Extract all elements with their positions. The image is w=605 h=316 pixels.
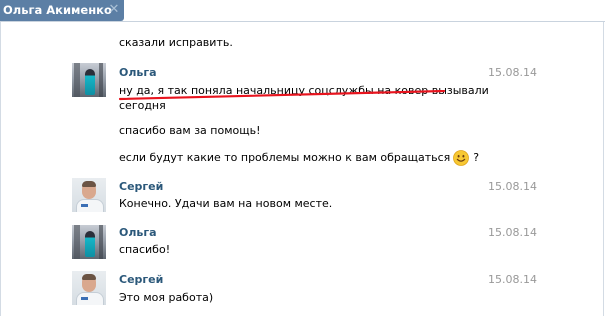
message-author[interactable]: Сергей bbox=[119, 273, 163, 286]
avatar-bg bbox=[99, 225, 103, 259]
message-date[interactable]: 15.08.14 bbox=[488, 226, 537, 239]
message-text-part: если будут какие то проблемы можно к вам… bbox=[119, 151, 451, 164]
avatar[interactable] bbox=[72, 63, 106, 97]
avatar-badge bbox=[81, 204, 88, 207]
avatar-hair bbox=[82, 274, 96, 280]
chat-tab[interactable]: Ольга Акименко ✕ bbox=[0, 0, 124, 21]
smiley-emoji-icon bbox=[453, 150, 470, 166]
message-date[interactable]: 15.08.14 bbox=[488, 273, 537, 286]
avatar-bg bbox=[99, 63, 103, 97]
message-text: спасибо вам за помощь! bbox=[119, 124, 261, 137]
message-text: Это моя работа) bbox=[119, 291, 214, 304]
message-text-part: ? bbox=[473, 151, 480, 164]
message-author[interactable]: Ольга bbox=[119, 226, 157, 239]
frame-border-right bbox=[603, 22, 604, 316]
avatar-figure bbox=[85, 231, 95, 257]
avatar-hair bbox=[82, 181, 96, 187]
message-text: спасибо! bbox=[119, 243, 171, 256]
red-underline-annotation bbox=[118, 90, 446, 101]
message-date[interactable]: 15.08.14 bbox=[488, 180, 537, 193]
frame-border-left bbox=[0, 22, 1, 316]
message-text: сегодня bbox=[119, 99, 166, 112]
chat-header: Ольга Акименко ✕ bbox=[0, 0, 605, 22]
message-text: если будут какие то проблемы можно к вам… bbox=[119, 150, 479, 166]
message-author[interactable]: Сергей bbox=[119, 180, 163, 193]
avatar-figure bbox=[85, 69, 95, 95]
avatar[interactable] bbox=[72, 225, 106, 259]
header-divider bbox=[0, 21, 605, 22]
close-icon[interactable]: ✕ bbox=[107, 2, 121, 18]
message-date[interactable]: 15.08.14 bbox=[488, 66, 537, 79]
avatar-bg bbox=[74, 225, 80, 259]
message-text: Конечно. Удачи вам на новом месте. bbox=[119, 197, 333, 210]
avatar-bg bbox=[74, 63, 80, 97]
avatar[interactable] bbox=[72, 271, 106, 305]
avatar-badge bbox=[81, 297, 88, 300]
message-text: сказали исправить. bbox=[119, 36, 233, 49]
chat-tab-title: Ольга Акименко bbox=[3, 3, 112, 17]
message-author[interactable]: Ольга bbox=[119, 66, 157, 79]
avatar[interactable] bbox=[72, 178, 106, 212]
